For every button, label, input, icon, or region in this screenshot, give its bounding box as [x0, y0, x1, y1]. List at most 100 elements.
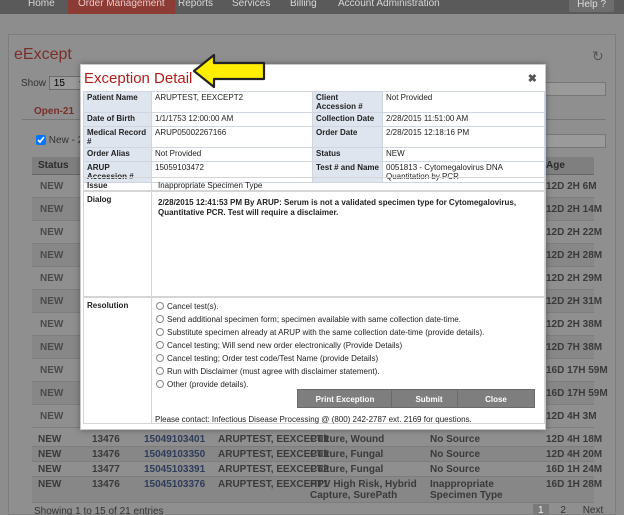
row-status: NEW: [38, 479, 62, 490]
radio-button[interactable]: [156, 367, 164, 375]
row-age: 16D 17H 59M: [546, 388, 608, 399]
dialog-label: Dialog: [84, 192, 152, 296]
radio-button[interactable]: [156, 354, 164, 362]
row-test: Culture, Wound: [310, 434, 385, 445]
row-issue: No Source: [430, 449, 481, 460]
resolution-option[interactable]: Run with Disclaimer (must agree with dis…: [156, 367, 380, 376]
row-accession[interactable]: 15049103350: [144, 449, 205, 460]
dialog-text: 2/28/2015 12:41:53 PM By ARUP: Serum is …: [158, 198, 517, 217]
row-id: 13476: [92, 479, 120, 490]
info-value: 2/28/2015 12:18:16 PM: [382, 126, 545, 148]
info-value: 1/1/1753 12:00:00 AM: [151, 112, 313, 127]
info-label: Medical Record #: [83, 126, 152, 148]
row-test: Culture, Fungal: [310, 449, 384, 460]
info-label: Patient Name: [83, 91, 152, 113]
resolution-option-label: Substitute specimen already at ARUP with…: [167, 328, 485, 337]
resolution-option[interactable]: Send additional specimen form; specimen …: [156, 315, 461, 324]
info-value: ARUPTEST, EEXCEPT2: [151, 91, 313, 113]
info-label: Status: [312, 147, 383, 162]
row-age: 12D 2H 31M: [546, 296, 603, 307]
info-row: Date of Birth 1/1/1753 12:00:00 AM Collect…: [83, 112, 545, 127]
row-status: NEW: [40, 296, 64, 307]
row-accession[interactable]: 15045103391: [144, 464, 205, 475]
radio-button[interactable]: [156, 328, 164, 336]
search-input[interactable]: [540, 82, 606, 96]
row-status: NEW: [40, 411, 64, 422]
table-row[interactable]: NEW 13476 15049103401 ARUPTEST, EEXCEPT1 Cul…: [32, 432, 602, 447]
info-row: Medical Record # ARUP05002267166 Order Dat…: [83, 126, 545, 148]
nav-tab-home[interactable]: Home: [28, 0, 55, 14]
resolution-option[interactable]: Cancel test(s).: [156, 302, 219, 311]
nav-tab-account-administration[interactable]: Account Administration: [338, 0, 440, 14]
radio-button[interactable]: [156, 315, 164, 323]
row-age: 12D 2H 14M: [546, 204, 603, 215]
resolution-option[interactable]: Cancel testing; Will send new order elec…: [156, 341, 402, 350]
exception-info-table: Patient Name ARUPTEST, EEXCEPT2 Client Acc…: [83, 91, 545, 183]
radio-button[interactable]: [156, 302, 164, 310]
row-age: 12D 2H 6M: [546, 181, 597, 192]
row-accession[interactable]: 15045103376: [144, 479, 205, 490]
resolution-option[interactable]: Other (provide details).: [156, 380, 248, 389]
nav-tab-order-management[interactable]: Order Management: [68, 0, 175, 14]
row-issue: No Source: [430, 464, 481, 475]
column-header-status[interactable]: Status: [38, 160, 69, 171]
row-id: 13476: [92, 449, 120, 460]
radio-button[interactable]: [156, 341, 164, 349]
filter-input[interactable]: [545, 134, 606, 148]
row-test: Culture, Fungal: [310, 464, 384, 475]
row-age: 16D 1H 24M: [546, 464, 603, 475]
row-status: NEW: [40, 388, 64, 399]
exception-detail-dialog: Exception Detail ✖ Patient Name ARUPTEST,…: [80, 64, 546, 430]
row-age: 16D 17H 59M: [546, 365, 608, 376]
row-status: NEW: [40, 365, 64, 376]
row-age: 16D 1H 28M: [546, 479, 603, 490]
top-navigation: Home Order Management Reports Services B…: [0, 0, 624, 14]
next-page-button[interactable]: Next: [578, 504, 609, 515]
close-icon[interactable]: ✖: [528, 72, 537, 85]
table-row[interactable]: NEW 13476 15049103350 ARUPTEST, EEXCEPT1 Cul…: [32, 447, 602, 462]
tab-open[interactable]: Open-21: [34, 106, 74, 117]
nav-tab-services[interactable]: Services: [232, 0, 270, 14]
resolution-option[interactable]: Cancel testing; Order test code/Test Nam…: [156, 354, 378, 363]
info-row: Order Alias Not Provided Status NEW: [83, 147, 545, 162]
resolution-option[interactable]: Substitute specimen already at ARUP with…: [156, 328, 484, 337]
submit-button[interactable]: Submit: [391, 389, 467, 408]
entries-info: Showing 1 to 15 of 21 entries: [34, 506, 164, 515]
info-label: Order Alias: [83, 147, 152, 162]
resolution-option-label: Cancel test(s).: [167, 302, 219, 311]
info-label: Order Date: [312, 126, 383, 148]
nav-tab-billing[interactable]: Billing: [290, 0, 317, 14]
row-age: 12D 2H 22M: [546, 227, 603, 238]
resolution-label: Resolution: [84, 298, 152, 423]
row-status: NEW: [40, 250, 64, 261]
help-button[interactable]: Help ?: [569, 0, 614, 12]
row-age: 12D 2H 38M: [546, 319, 603, 330]
page-1-button[interactable]: 1: [533, 504, 549, 515]
row-test: HPV High Risk, Hybrid Capture, SurePath: [310, 479, 417, 501]
row-age: 12D 4H 18M: [546, 434, 603, 445]
info-value: ARUP05002267166: [151, 126, 313, 148]
row-status: NEW: [40, 204, 64, 215]
row-accession[interactable]: 15049103401: [144, 434, 205, 445]
row-age: 12D 2H 28M: [546, 250, 603, 261]
row-status: NEW: [40, 227, 64, 238]
nav-tab-reports[interactable]: Reports: [178, 0, 213, 14]
refresh-icon[interactable]: ↻: [592, 48, 604, 65]
contact-info: Please contact: Infectious Disease Proce…: [155, 415, 472, 424]
print-exception-button[interactable]: Print Exception: [297, 389, 393, 408]
close-button[interactable]: Close: [457, 389, 535, 408]
table-row[interactable]: NEW 13476 15045103376 ARUPTEST, EEXCEPT1 HPV…: [32, 477, 602, 503]
row-issue: Inappropriate Specimen Type: [430, 479, 503, 501]
info-value: Not Provided: [382, 91, 545, 113]
table-row[interactable]: NEW 13477 15045103391 ARUPTEST, EEXCEPT2 Cul…: [32, 462, 602, 477]
row-status: NEW: [40, 273, 64, 284]
row-status: NEW: [40, 181, 64, 192]
column-header-age[interactable]: Age: [546, 160, 565, 171]
dialog-title: Exception Detail: [84, 70, 193, 87]
page-2-button[interactable]: 2: [555, 504, 571, 515]
radio-button[interactable]: [156, 380, 164, 388]
resolution-option-label: Run with Disclaimer (must agree with dis…: [167, 367, 380, 376]
row-status: NEW: [40, 342, 64, 353]
new-checkbox[interactable]: [36, 135, 46, 146]
row-age: 12D 7H 38M: [546, 342, 603, 353]
